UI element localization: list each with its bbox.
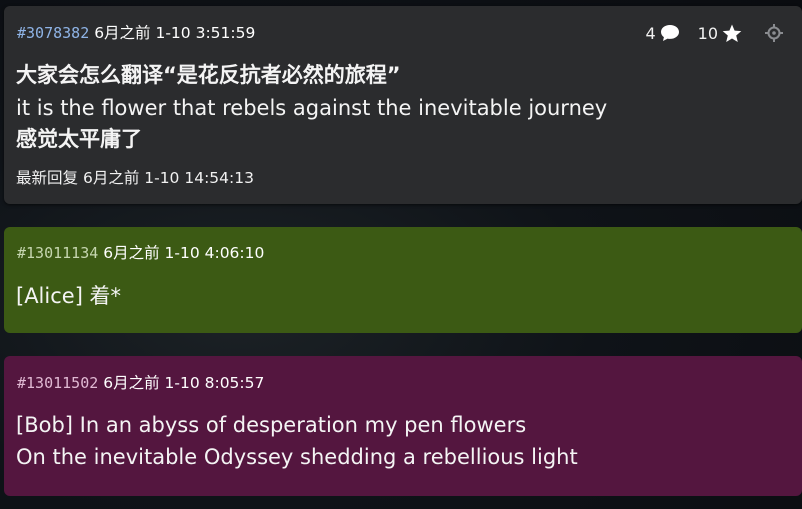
thread-timestamp: 6月之前 1-10 3:51:59 (94, 24, 256, 42)
reply-count-stat[interactable]: 4 (645, 24, 679, 43)
thread-card[interactable]: #3078382 6月之前 1-10 3:51:59 4 10 大家会怎么翻译“… (4, 6, 802, 204)
thread-stats: 4 10 (627, 23, 784, 43)
speech-bubble-icon (660, 25, 679, 41)
thread-text-line: it is the flower that rebels against the… (16, 96, 608, 120)
reply-meta: #13011502 6月之前 1-10 8:05:57 (17, 373, 264, 393)
locate-button[interactable] (760, 23, 784, 43)
reply-timestamp: 6月之前 1-10 8:05:57 (103, 374, 265, 392)
thread-meta: #3078382 6月之前 1-10 3:51:59 (17, 23, 255, 43)
star-count: 10 (697, 23, 718, 43)
thread-id-link[interactable]: #3078382 (17, 24, 89, 42)
reply-count: 4 (645, 23, 656, 43)
star-icon (722, 24, 742, 42)
thread-text-line: 感觉太平庸了 (16, 127, 142, 151)
thread-text-line: 大家会怎么翻译“是花反抗者必然的旅程” (16, 63, 401, 87)
last-reply-info: 最新回复 6月之前 1-10 14:54:13 (16, 168, 254, 188)
reply-card[interactable]: #13011502 6月之前 1-10 8:05:57 [Bob] In an … (4, 356, 802, 496)
thread-page: #3078382 6月之前 1-10 3:51:59 4 10 大家会怎么翻译“… (0, 0, 802, 509)
reply-id-link[interactable]: #13011134 (17, 244, 98, 262)
last-reply-time: 6月之前 1-10 14:54:13 (82, 169, 254, 187)
star-count-stat[interactable]: 10 (698, 24, 742, 43)
reply-card[interactable]: #13011134 6月之前 1-10 4:06:10 [Alice] 着* (4, 227, 802, 333)
target-icon (765, 24, 783, 42)
last-reply-label: 最新回复 (16, 169, 79, 187)
reply-text-line: [Bob] In an abyss of desperation my pen … (16, 413, 527, 437)
reply-text-line: On the inevitable Odyssey shedding a reb… (16, 445, 578, 469)
reply-timestamp: 6月之前 1-10 4:06:10 (103, 244, 265, 262)
reply-text-line: [Alice] 着* (16, 284, 122, 308)
reply-id-link[interactable]: #13011502 (17, 374, 98, 392)
reply-meta: #13011134 6月之前 1-10 4:06:10 (17, 243, 264, 263)
